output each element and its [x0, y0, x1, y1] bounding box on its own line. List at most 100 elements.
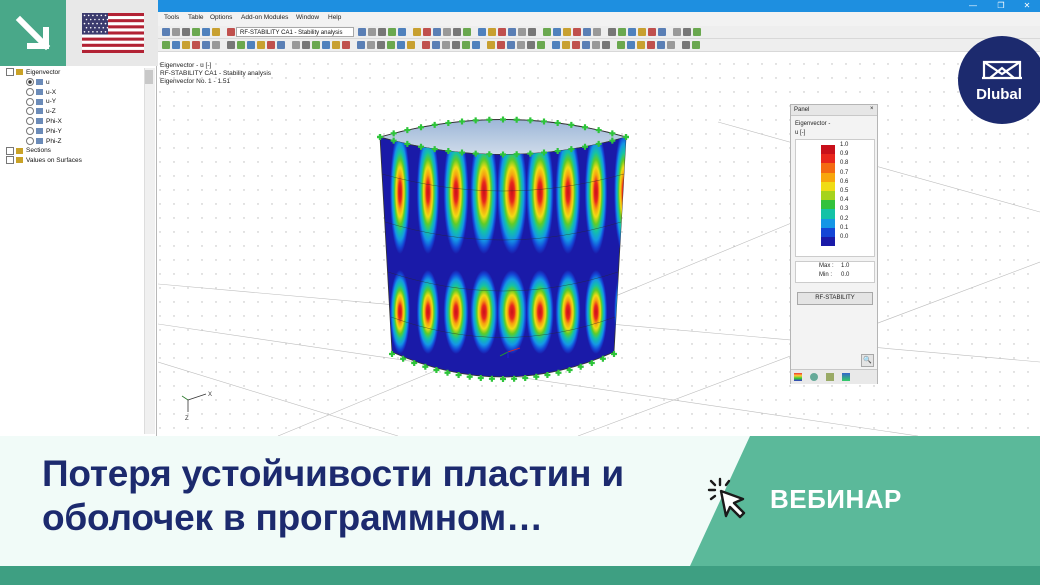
toolbar-button-icon[interactable]	[378, 28, 386, 36]
toolbar-button-icon[interactable]	[628, 28, 636, 36]
toolbar-button-icon[interactable]	[667, 41, 675, 49]
toolbar-button-icon[interactable]	[443, 28, 451, 36]
radio-icon[interactable]	[26, 136, 34, 145]
toolbar-button-icon[interactable]	[192, 41, 200, 49]
toolbar-button-icon[interactable]	[413, 28, 421, 36]
toolbar-button-icon[interactable]	[388, 28, 396, 36]
load-case-combo[interactable]: RF-STABILITY CA1 - Stability analysis	[236, 27, 354, 37]
toolbar-button-icon[interactable]	[517, 41, 525, 49]
tree-item-phi-z[interactable]: Phi-Z	[26, 136, 62, 147]
display-tab-icon[interactable]	[842, 373, 850, 381]
toolbar-button-icon[interactable]	[627, 41, 635, 49]
radio-icon[interactable]	[26, 127, 34, 136]
color-scale-tab-icon[interactable]	[794, 373, 802, 381]
tree-item-u-z[interactable]: u-Z	[26, 107, 56, 117]
toolbar-button-icon[interactable]	[478, 28, 486, 36]
close-icon[interactable]: ✕	[1020, 0, 1034, 12]
toolbar-button-icon[interactable]	[638, 28, 646, 36]
toolbar-button-icon[interactable]	[182, 41, 190, 49]
toolbar-button-icon[interactable]	[433, 28, 441, 36]
menu-options[interactable]: Options	[210, 14, 232, 21]
toolbar-button-icon[interactable]	[562, 41, 570, 49]
tree-item-values-on-surfaces[interactable]: Values on Surfaces	[6, 156, 82, 166]
menu-window[interactable]: Window	[296, 14, 319, 21]
tree-item-sections[interactable]: Sections	[6, 146, 51, 156]
toolbar-button-icon[interactable]	[322, 41, 330, 49]
radio-icon[interactable]	[26, 117, 34, 126]
toolbar-button-icon[interactable]	[453, 28, 461, 36]
toolbar-button-icon[interactable]	[487, 41, 495, 49]
toolbar-button-icon[interactable]	[247, 41, 255, 49]
toolbar-button-icon[interactable]	[342, 41, 350, 49]
toolbar-button-icon[interactable]	[172, 28, 180, 36]
toolbar-button-icon[interactable]	[172, 41, 180, 49]
toolbar-button-icon[interactable]	[617, 41, 625, 49]
zoom-icon[interactable]: 🔍	[861, 354, 874, 367]
toolbar-button-icon[interactable]	[497, 41, 505, 49]
toolbar-button-icon[interactable]	[212, 28, 220, 36]
toolbar-button-icon[interactable]	[498, 28, 506, 36]
3d-viewport[interactable]: X Z	[158, 62, 1040, 436]
toolbar-button-icon[interactable]	[673, 28, 681, 36]
panel-close-icon[interactable]: ×	[870, 106, 874, 112]
toolbar-button-icon[interactable]	[452, 41, 460, 49]
results-panel[interactable]: Panel × Eigenvector - u [-] 1.0 0.9 0.8 0.7…	[790, 104, 878, 384]
toolbar-button-icon[interactable]	[507, 41, 515, 49]
toolbar-button-icon[interactable]	[227, 41, 235, 49]
toolbar-button-icon[interactable]	[312, 41, 320, 49]
rf-stability-button[interactable]: RF-STABILITY	[797, 292, 873, 305]
toolbar-button-icon[interactable]	[563, 28, 571, 36]
tree-item-u-y[interactable]: u-Y	[26, 97, 56, 107]
toolbar-button-icon[interactable]	[463, 28, 471, 36]
toolbar-button-icon[interactable]	[367, 41, 375, 49]
toolbar-button-icon[interactable]	[648, 28, 656, 36]
toolbar-button-icon[interactable]	[553, 28, 561, 36]
settings-tab-icon[interactable]	[810, 373, 818, 381]
toolbar-button-icon[interactable]	[277, 41, 285, 49]
menu-help[interactable]: Help	[328, 14, 341, 21]
toolbar-button-icon[interactable]	[398, 28, 406, 36]
toolbar-button-icon[interactable]	[518, 28, 526, 36]
radio-icon[interactable]	[26, 107, 34, 116]
toolbar-button-icon[interactable]	[162, 41, 170, 49]
toolbar-button-icon[interactable]	[407, 41, 415, 49]
toolbar-button-icon[interactable]	[508, 28, 516, 36]
radio-icon[interactable]	[26, 87, 34, 96]
toolbar-button-icon[interactable]	[462, 41, 470, 49]
toolbar-button-icon[interactable]	[543, 28, 551, 36]
toolbar-button-icon[interactable]	[357, 41, 365, 49]
menu-table[interactable]: Table	[188, 14, 204, 21]
toolbar-button-icon[interactable]	[528, 28, 536, 36]
toolbar-button-icon[interactable]	[397, 41, 405, 49]
toolbar-button-icon[interactable]	[693, 28, 701, 36]
toolbar-button-icon[interactable]	[602, 41, 610, 49]
toolbar-button-icon[interactable]	[637, 41, 645, 49]
filter-tab-icon[interactable]	[826, 373, 834, 381]
us-flag-icon[interactable]	[82, 13, 144, 53]
toolbar-button-icon[interactable]	[368, 28, 376, 36]
toolbar-button-icon[interactable]	[302, 41, 310, 49]
toolbar-button-icon[interactable]	[488, 28, 496, 36]
toolbar-button-icon[interactable]	[618, 28, 626, 36]
minimize-icon[interactable]: —	[966, 0, 980, 12]
navigator-scroll-thumb[interactable]	[145, 70, 153, 84]
toolbar-button-icon[interactable]	[552, 41, 560, 49]
toolbar-button-icon[interactable]	[267, 41, 275, 49]
toolbar-button-icon[interactable]	[657, 41, 665, 49]
toolbar-button-icon[interactable]	[582, 41, 590, 49]
toolbar-button-icon[interactable]	[573, 28, 581, 36]
toolbar-button-icon[interactable]	[537, 41, 545, 49]
toolbar-button-icon[interactable]	[332, 41, 340, 49]
tree-item-u-x[interactable]: u-X	[26, 87, 56, 98]
toolbar-button-icon[interactable]	[292, 41, 300, 49]
toolbar-button-icon[interactable]	[682, 41, 690, 49]
toolbar-button-icon[interactable]	[423, 28, 431, 36]
toolbar-button-icon[interactable]	[202, 41, 210, 49]
toolbar-button-icon[interactable]	[647, 41, 655, 49]
toolbar-button-icon[interactable]	[572, 41, 580, 49]
toolbar-button-icon[interactable]	[227, 28, 235, 36]
toolbar-button-icon[interactable]	[472, 41, 480, 49]
tree-item-phi-x[interactable]: Phi-X	[26, 117, 62, 127]
checkbox-icon[interactable]	[6, 68, 14, 77]
toolbar-button-icon[interactable]	[658, 28, 666, 36]
